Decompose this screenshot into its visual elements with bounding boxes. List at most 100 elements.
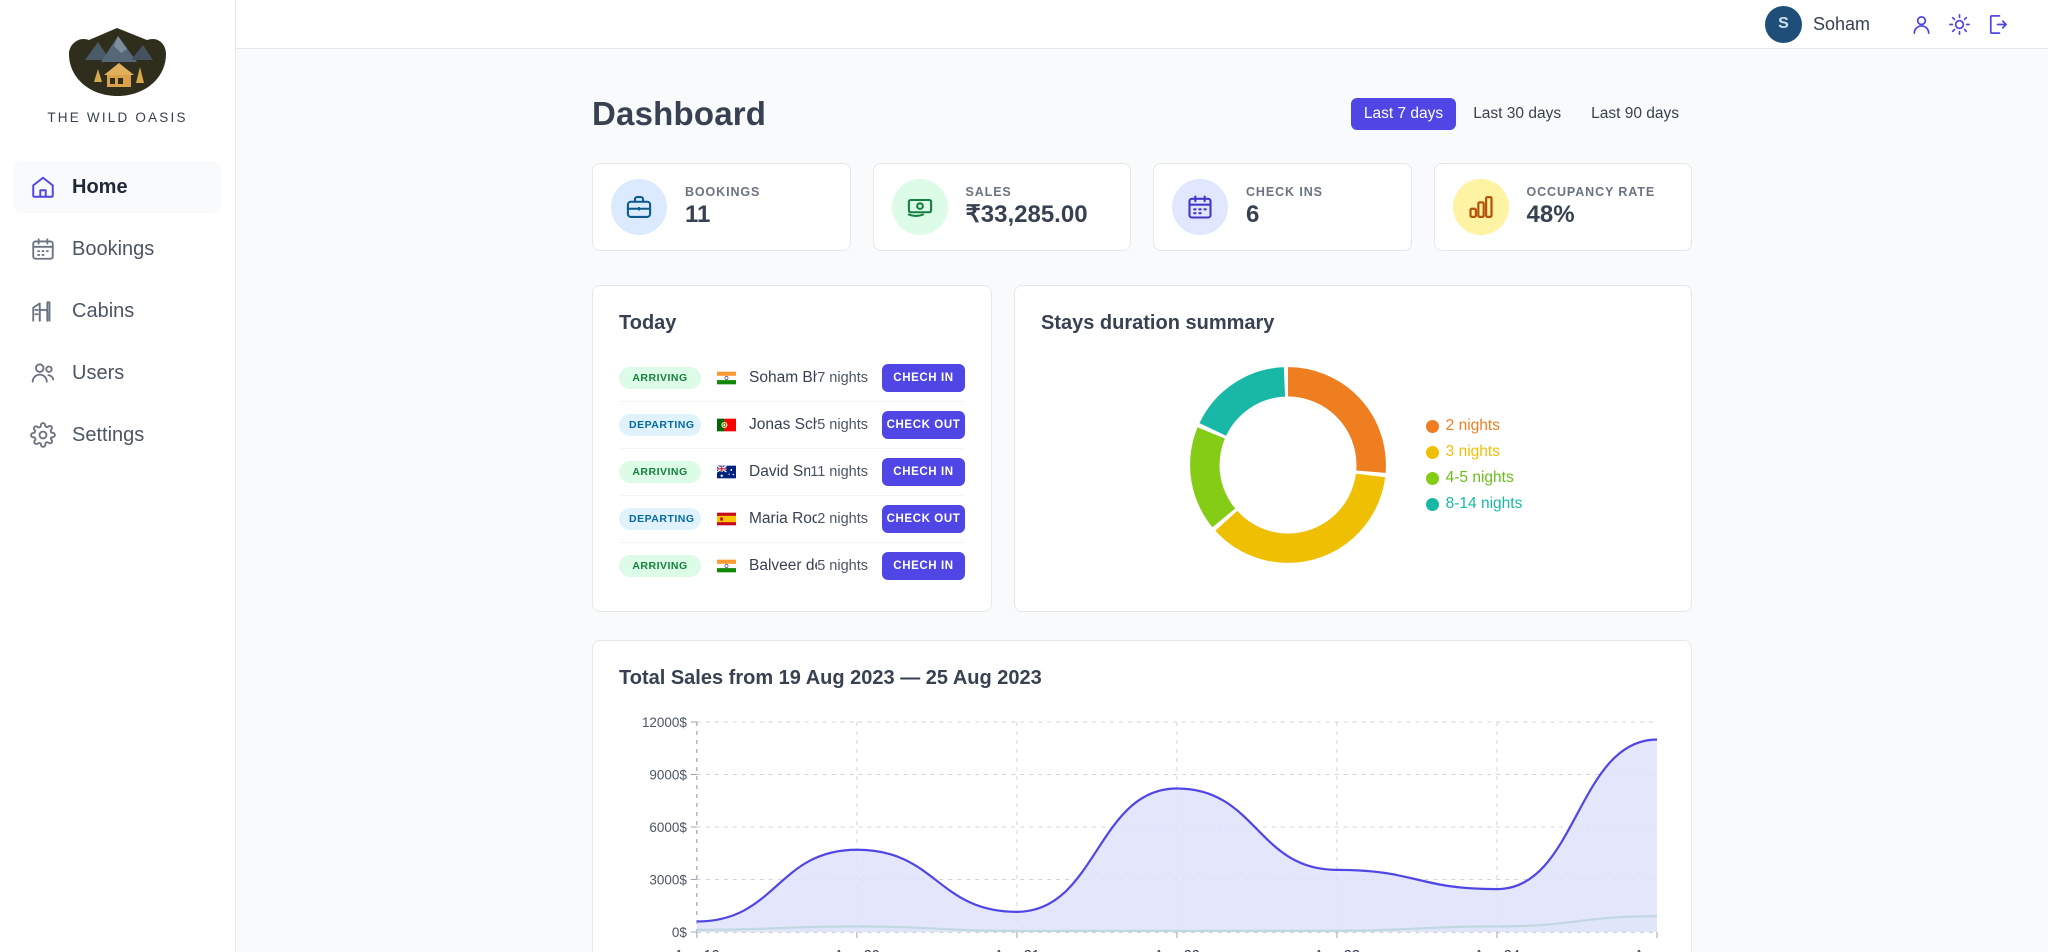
content: Dashboard Last 7 days Last 30 days Last … bbox=[236, 49, 2048, 952]
flag-india-icon bbox=[717, 559, 736, 573]
check-in-button[interactable]: CHECH IN bbox=[882, 552, 965, 580]
sidebar-nav: Home Bookings bbox=[0, 161, 235, 461]
list-item: ARRIVING David Smith 11 nights CHECH IN bbox=[619, 448, 965, 495]
stat-cards: BOOKINGS 11 SALE bbox=[592, 163, 1692, 251]
x-axis-tick: Aug 25 bbox=[1634, 948, 1665, 952]
x-axis-tick: Aug 22 bbox=[1154, 948, 1200, 952]
sidebar-item-bookings[interactable]: Bookings bbox=[14, 223, 221, 275]
legend-item: 2 nights bbox=[1426, 417, 1523, 435]
check-out-button[interactable]: CHECK OUT bbox=[882, 411, 965, 439]
user-chip[interactable]: S Soham bbox=[1765, 6, 1870, 43]
today-title: Today bbox=[619, 312, 965, 335]
donut-chart bbox=[1184, 361, 1392, 569]
donut-legend: 2 nights 3 nights 4-5 nights bbox=[1426, 417, 1523, 513]
guest-name: David Smith bbox=[749, 463, 810, 481]
topbar: S Soham bbox=[236, 0, 2048, 49]
sidebar-item-cabins[interactable]: Cabins bbox=[14, 285, 221, 337]
legend-item: 3 nights bbox=[1426, 443, 1523, 461]
check-out-button[interactable]: CHECK OUT bbox=[882, 505, 965, 533]
stays-duration-title: Stays duration summary bbox=[1041, 312, 1665, 335]
check-in-button[interactable]: CHECH IN bbox=[882, 458, 965, 486]
status-badge: DEPARTING bbox=[619, 508, 701, 530]
legend-item: 4-5 nights bbox=[1426, 469, 1523, 487]
stat-value: ₹33,285.00 bbox=[966, 202, 1088, 228]
filter-last-90-days[interactable]: Last 90 days bbox=[1578, 98, 1692, 130]
brand-logo: THE WILD OASIS bbox=[0, 20, 235, 161]
list-item: DEPARTING Maria Rodriguez 2 nights CHECK… bbox=[619, 495, 965, 542]
status-badge: ARRIVING bbox=[619, 555, 701, 577]
sidebar-item-label: Bookings bbox=[72, 238, 154, 261]
stat-label: BOOKINGS bbox=[685, 185, 760, 199]
sidebar-item-users[interactable]: Users bbox=[14, 347, 221, 399]
list-item: ARRIVING Soham Bhikadiya 7 nights CHECH … bbox=[619, 355, 965, 401]
guest-name: Jonas Schmedtmann bbox=[749, 416, 817, 434]
user-name: Soham bbox=[1813, 14, 1870, 35]
legend-dot-4-5-nights bbox=[1426, 472, 1439, 485]
sales-area-chart: 0$3000$6000$9000$12000$Aug 19Aug 20Aug 2… bbox=[619, 710, 1665, 952]
mountain-cabin-logo-icon bbox=[65, 26, 170, 98]
legend-label: 2 nights bbox=[1446, 417, 1500, 435]
home-icon bbox=[30, 174, 56, 200]
sidebar-item-home[interactable]: Home bbox=[14, 161, 221, 213]
flag-australia-icon bbox=[717, 465, 736, 479]
sidebar-item-label: Home bbox=[72, 176, 128, 199]
sales-chart-card: Total Sales from 19 Aug 2023 — 25 Aug 20… bbox=[592, 640, 1692, 952]
guest-name: Balveer dev bbox=[749, 557, 817, 575]
mid-row: Today ARRIVING Soham Bhikadiya 7 nights … bbox=[592, 285, 1692, 612]
flag-portugal-icon bbox=[717, 418, 736, 432]
sidebar: THE WILD OASIS Home bbox=[0, 0, 236, 952]
status-badge: ARRIVING bbox=[619, 461, 701, 483]
sidebar-item-settings[interactable]: Settings bbox=[14, 409, 221, 461]
legend-dot-2-nights bbox=[1426, 420, 1439, 433]
y-axis-tick: 3000$ bbox=[649, 872, 687, 887]
stays-duration-card: Stays duration summary 2 nights bbox=[1014, 285, 1692, 612]
sun-icon[interactable] bbox=[1942, 7, 1976, 41]
avatar: S bbox=[1765, 6, 1802, 43]
users-icon bbox=[30, 360, 56, 386]
nights-count: 11 nights bbox=[810, 464, 868, 480]
x-axis-tick: Aug 23 bbox=[1314, 948, 1360, 952]
dashboard-app: THE WILD OASIS Home bbox=[0, 0, 2048, 952]
flag-india-icon bbox=[717, 371, 736, 385]
status-badge: ARRIVING bbox=[619, 367, 701, 389]
cabin-icon bbox=[30, 298, 56, 324]
main-area: S Soham bbox=[236, 0, 2048, 952]
y-axis-tick: 12000$ bbox=[642, 715, 687, 730]
nights-count: 5 nights bbox=[817, 417, 868, 433]
sidebar-item-label: Users bbox=[72, 362, 124, 385]
y-axis-tick: 0$ bbox=[672, 925, 687, 940]
page-title: Dashboard bbox=[592, 95, 766, 133]
list-item: ARRIVING Balveer dev 5 nights CHECH IN bbox=[619, 542, 965, 589]
gear-icon bbox=[30, 422, 56, 448]
guest-name: Maria Rodriguez bbox=[749, 510, 817, 528]
briefcase-icon bbox=[611, 179, 667, 235]
legend-label: 3 nights bbox=[1446, 443, 1500, 461]
list-item: DEPARTING Jonas Schmedtmann 5 nights CHE… bbox=[619, 401, 965, 448]
nights-count: 5 nights bbox=[817, 558, 868, 574]
nights-count: 7 nights bbox=[817, 370, 868, 386]
sidebar-item-label: Cabins bbox=[72, 300, 134, 323]
filter-last-7-days[interactable]: Last 7 days bbox=[1351, 98, 1456, 130]
x-axis-tick: Aug 24 bbox=[1474, 948, 1520, 952]
legend-dot-8-14-nights bbox=[1426, 498, 1439, 511]
stat-card-occupancy-rate: OCCUPANCY RATE 48% bbox=[1434, 163, 1693, 251]
today-card: Today ARRIVING Soham Bhikadiya 7 nights … bbox=[592, 285, 992, 612]
today-list: ARRIVING Soham Bhikadiya 7 nights CHECH … bbox=[619, 355, 965, 589]
guest-name: Soham Bhikadiya bbox=[749, 369, 817, 387]
date-filter-group: Last 7 days Last 30 days Last 90 days bbox=[1351, 98, 1692, 130]
calendar-icon bbox=[1172, 179, 1228, 235]
y-axis-tick: 9000$ bbox=[649, 767, 687, 782]
filter-last-30-days[interactable]: Last 30 days bbox=[1460, 98, 1574, 130]
sales-chart-title: Total Sales from 19 Aug 2023 — 25 Aug 20… bbox=[619, 667, 1665, 690]
stat-card-sales: SALES ₹33,285.00 bbox=[873, 163, 1132, 251]
banknote-icon bbox=[892, 179, 948, 235]
y-axis-tick: 6000$ bbox=[649, 820, 687, 835]
page-header: Dashboard Last 7 days Last 30 days Last … bbox=[592, 95, 1692, 133]
user-icon[interactable] bbox=[1904, 7, 1938, 41]
check-in-button[interactable]: CHECH IN bbox=[882, 364, 965, 392]
x-axis-tick: Aug 20 bbox=[834, 948, 880, 952]
legend-dot-3-nights bbox=[1426, 446, 1439, 459]
logout-icon[interactable] bbox=[1980, 7, 2014, 41]
nights-count: 2 nights bbox=[817, 511, 868, 527]
stat-label: SALES bbox=[966, 185, 1088, 199]
